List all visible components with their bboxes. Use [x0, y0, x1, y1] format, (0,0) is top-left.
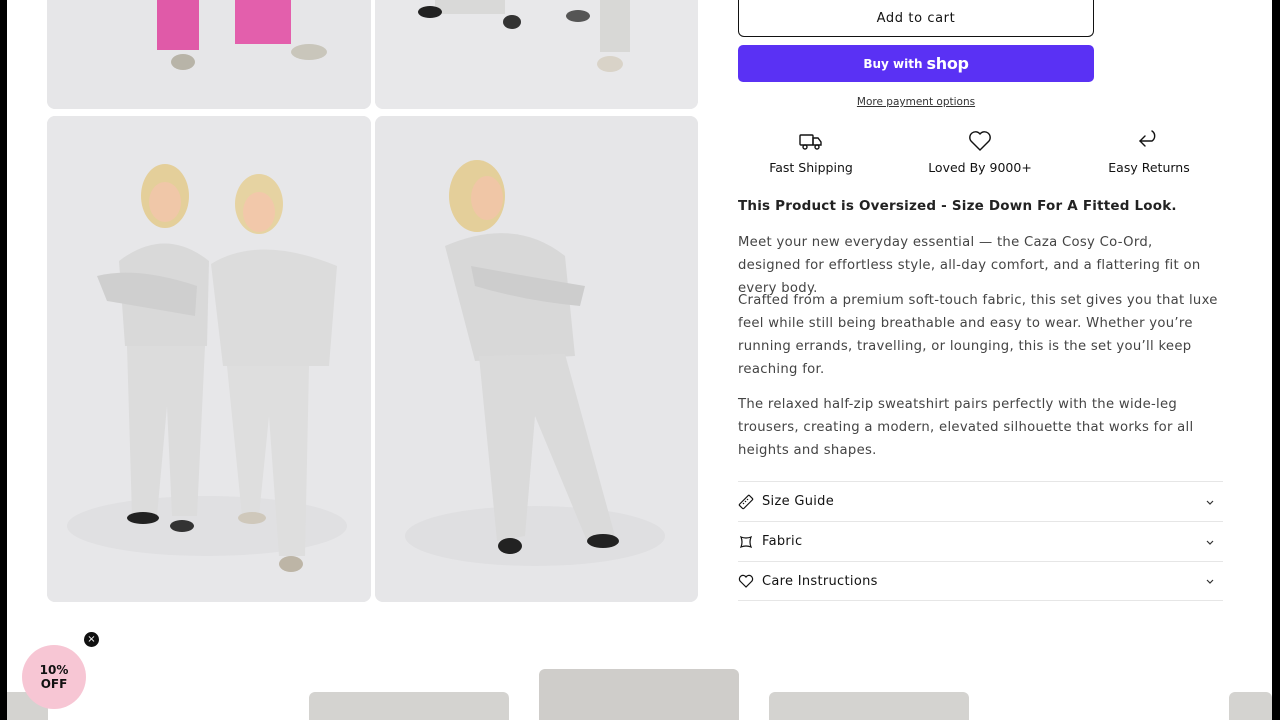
oversized-notice: This Product is Oversized - Size Down Fo…: [738, 198, 1177, 214]
chevron-down-icon: [1206, 500, 1214, 505]
chevron-down-icon: [1206, 540, 1214, 545]
accordion-size-guide[interactable]: Size Guide: [738, 481, 1223, 521]
product-image-2[interactable]: [375, 0, 698, 109]
add-to-cart-label: Add to cart: [876, 10, 956, 26]
product-photo-single-model: [375, 116, 698, 602]
promo-close-button[interactable]: ×: [84, 632, 99, 647]
add-to-cart-button[interactable]: Add to cart: [738, 0, 1094, 37]
accordion-care-instructions[interactable]: Care Instructions: [738, 561, 1223, 601]
buy-with-shop-button[interactable]: Buy with shop: [738, 45, 1094, 82]
accordion-label: Care Instructions: [762, 573, 878, 589]
heart-icon: [969, 131, 991, 151]
shop-brand-logo: shop: [926, 54, 969, 73]
related-product-thumbnail[interactable]: [1229, 692, 1272, 720]
accordion-label: Size Guide: [762, 494, 834, 509]
product-photo-two-models: [47, 116, 371, 602]
feature-label: Easy Returns: [1108, 160, 1190, 175]
more-payment-options-link[interactable]: More payment options: [738, 96, 1094, 108]
product-image-4[interactable]: [375, 116, 698, 602]
product-photo-pink-trousers: [47, 0, 371, 109]
feature-label: Loved By 9000+: [928, 160, 1032, 175]
product-page: Add to cart Buy with shop More payment o…: [7, 0, 1272, 720]
product-image-3[interactable]: [47, 116, 371, 602]
accordion-label: Fabric: [762, 534, 803, 549]
product-photo-grey-trousers: [375, 0, 698, 109]
accordion-fabric[interactable]: Fabric: [738, 521, 1223, 561]
feature-label: Fast Shipping: [769, 160, 853, 175]
discount-promo-badge[interactable]: 10% OFF: [22, 645, 86, 709]
heart-icon: [738, 574, 754, 588]
feature-easy-returns: Easy Returns: [1079, 128, 1219, 175]
feature-fast-shipping: Fast Shipping: [741, 128, 881, 175]
related-product-thumbnail[interactable]: [539, 669, 739, 720]
product-image-1[interactable]: [47, 0, 371, 109]
related-product-thumbnail[interactable]: [769, 692, 969, 720]
promo-percent: 10%: [39, 663, 69, 677]
description-paragraph-2: Crafted from a premium soft-touch fabric…: [738, 293, 1218, 377]
fabric-icon: [739, 535, 753, 548]
return-arrow-icon: [1139, 130, 1156, 147]
chevron-down-icon: [1206, 579, 1214, 584]
ruler-icon: [738, 494, 754, 509]
feature-loved-by: Loved By 9000+: [910, 128, 1050, 175]
truck-icon: [799, 134, 822, 150]
promo-off: OFF: [40, 677, 68, 691]
related-product-thumbnail[interactable]: [309, 692, 509, 720]
description-paragraph-3: The relaxed half-zip sweatshirt pairs pe…: [738, 397, 1194, 458]
buy-with-label: Buy with: [863, 56, 923, 71]
